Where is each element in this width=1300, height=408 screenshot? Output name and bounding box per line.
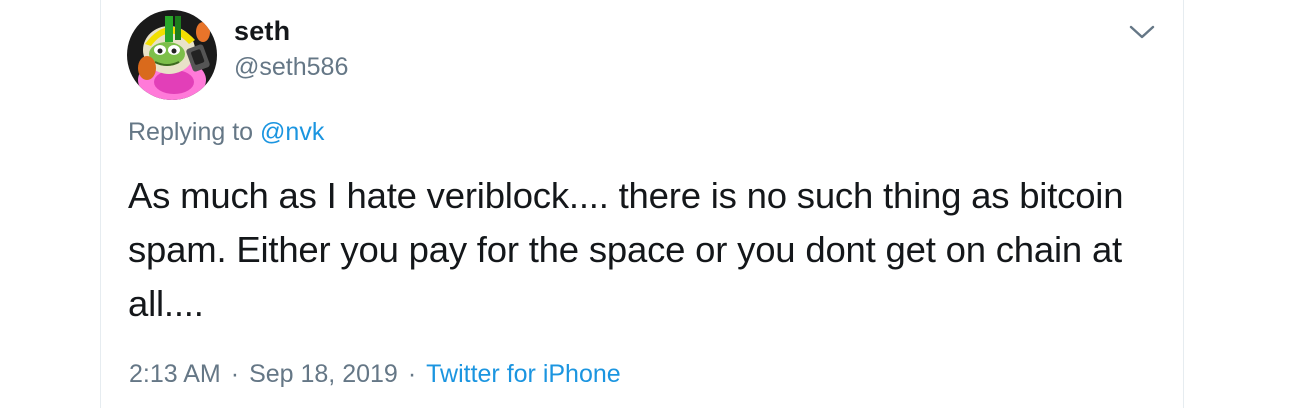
tweet-time[interactable]: 2:13 AM: [129, 360, 221, 388]
replying-prefix: Replying to: [128, 118, 261, 146]
author-display-name[interactable]: seth: [234, 16, 290, 47]
chevron-down-icon[interactable]: [1127, 20, 1157, 44]
avatar-image: [127, 10, 217, 100]
meta-separator: ·: [407, 360, 417, 388]
tweet-text: As much as I hate veriblock.... there is…: [128, 175, 1124, 324]
tweet-meta: 2:13 AM · Sep 18, 2019 · Twitter for iPhone: [129, 360, 621, 389]
tweet-source-link[interactable]: Twitter for iPhone: [426, 360, 621, 388]
replying-to: Replying to @nvk: [128, 118, 324, 147]
author-handle[interactable]: @seth586: [234, 53, 348, 82]
tweet-date[interactable]: Sep 18, 2019: [249, 360, 398, 388]
meta-separator: ·: [230, 360, 240, 388]
avatar[interactable]: [127, 10, 217, 100]
replying-mention-link[interactable]: @nvk: [260, 118, 324, 146]
tweet-card: seth @seth586 Replying to @nvk As much a…: [100, 0, 1184, 408]
